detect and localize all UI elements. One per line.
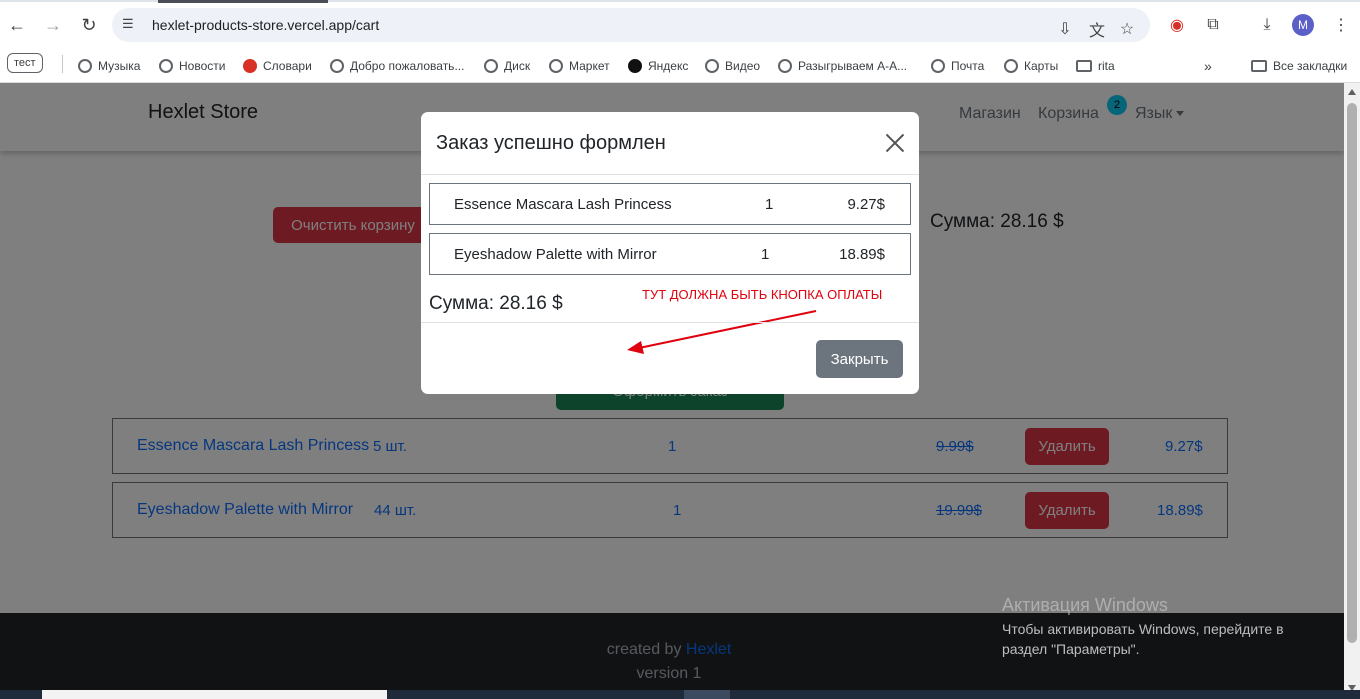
address-bar[interactable]: ☰ hexlet-products-store.vercel.app/cart …	[112, 8, 1150, 42]
dictionary-icon	[243, 59, 257, 73]
scroll-thumb[interactable]	[1347, 103, 1357, 643]
bookmark-item[interactable]: Музыка	[78, 55, 140, 77]
scroll-up-arrow-icon[interactable]	[1348, 89, 1356, 95]
order-item-name: Essence Mascara Lash Princess	[454, 196, 672, 213]
browser-toolbar: ← → ↻ ☰ hexlet-products-store.vercel.app…	[0, 0, 1360, 50]
modal-total: Сумма: 28.16 $	[429, 293, 563, 314]
order-item-name: Eyeshadow Palette with Mirror	[454, 246, 657, 263]
back-icon[interactable]: ←	[4, 12, 30, 38]
bookmark-item[interactable]: Яндекс	[628, 55, 688, 77]
order-success-modal: Заказ успешно формлен Essence Mascara La…	[421, 112, 919, 394]
globe-icon	[705, 59, 719, 73]
modal-divider	[421, 174, 919, 175]
order-item-qty: 1	[765, 196, 774, 213]
modal-divider	[421, 322, 919, 323]
annotation-arrow-line	[638, 310, 817, 349]
taskbar-search[interactable]	[42, 690, 387, 699]
bookmark-item[interactable]: Маркет	[549, 55, 610, 77]
windows-activation-text: Чтобы активировать Windows, перейдите в …	[1002, 621, 1284, 657]
globe-icon	[159, 59, 173, 73]
modal-order-row: Essence Mascara Lash Princess 1 9.27$	[429, 183, 911, 225]
close-icon[interactable]	[884, 132, 906, 154]
modal-order-row: Eyeshadow Palette with Mirror 1 18.89$	[429, 233, 911, 275]
url-text[interactable]: hexlet-products-store.vercel.app/cart	[152, 17, 379, 33]
order-item-price: 9.27$	[847, 196, 885, 213]
more-bookmarks-chevron-icon[interactable]: »	[1204, 55, 1212, 77]
bookmark-star-icon[interactable]: ☆	[1114, 16, 1140, 42]
bookmark-item[interactable]: Видео	[705, 55, 760, 77]
globe-icon	[549, 59, 563, 73]
record-extension-icon[interactable]: ◉	[1164, 12, 1190, 38]
order-item-qty: 1	[761, 246, 770, 263]
close-modal-button[interactable]: Закрыть	[816, 340, 903, 378]
bookmark-item[interactable]: Диск	[484, 55, 530, 77]
yandex-icon	[628, 59, 642, 73]
globe-icon	[484, 59, 498, 73]
bookmarks-separator	[62, 55, 63, 73]
menu-kebab-icon[interactable]: ⋮	[1328, 12, 1354, 38]
all-bookmarks-folder[interactable]: Все закладки	[1251, 55, 1347, 77]
profile-avatar[interactable]: M	[1292, 14, 1314, 36]
bookmarks-bar: Музыка Новости Словари Добро пожаловать.…	[0, 50, 1360, 83]
modal-title: Заказ успешно формлен	[436, 132, 666, 154]
bookmark-item[interactable]: Почта	[931, 55, 984, 77]
globe-icon	[78, 59, 92, 73]
translate-icon[interactable]: 文	[1084, 16, 1110, 42]
bookmark-item[interactable]: Добро пожаловать...	[330, 55, 464, 77]
bookmark-item[interactable]: Словари	[243, 55, 312, 77]
taskbar-active-app[interactable]	[684, 690, 730, 699]
globe-icon	[931, 59, 945, 73]
install-app-icon[interactable]: ⇩	[1052, 16, 1078, 42]
globe-icon	[330, 59, 344, 73]
globe-icon	[1004, 59, 1018, 73]
globe-icon	[778, 59, 792, 73]
annotation-text: ТУТ ДОЛЖНА БЫТЬ КНОПКА ОПЛАТЫ	[642, 287, 883, 302]
site-settings-icon[interactable]: ☰	[122, 16, 140, 34]
reload-icon[interactable]: ↻	[76, 12, 102, 38]
extensions-icon[interactable]: ⧉	[1200, 12, 1226, 38]
page-scrollbar[interactable]	[1344, 83, 1360, 699]
bookmark-item[interactable]: Новости	[159, 55, 225, 77]
bookmark-item[interactable]: Карты	[1004, 55, 1058, 77]
forward-icon[interactable]: →	[40, 12, 66, 38]
folder-icon	[1076, 60, 1092, 72]
folder-icon	[1251, 60, 1267, 72]
active-tab-indicator	[158, 0, 328, 3]
windows-activation-title: Активация Windows	[1002, 595, 1168, 615]
bookmark-folder[interactable]: rita	[1076, 55, 1115, 77]
bookmark-item-test[interactable]: тест	[7, 53, 43, 73]
windows-taskbar	[0, 690, 1360, 699]
downloads-icon[interactable]: ⤓	[1254, 12, 1280, 38]
order-item-price: 18.89$	[839, 246, 885, 263]
annotation-arrow-head	[627, 341, 644, 354]
bookmark-item[interactable]: Разыгрываем А-А...	[778, 55, 907, 77]
